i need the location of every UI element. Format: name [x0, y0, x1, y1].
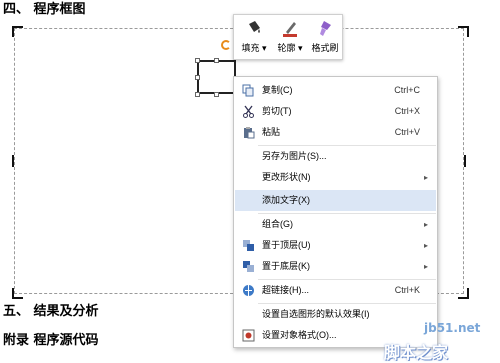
fill-bucket-icon — [245, 19, 263, 37]
menu-item-cut[interactable]: 剪切(T) Ctrl+X — [235, 101, 436, 122]
cut-icon — [242, 105, 255, 118]
menu-item-label: 另存为图片(S)... — [262, 151, 327, 161]
chevron-down-icon: ▾ — [298, 43, 303, 53]
menu-item-shortcut: Ctrl+V — [394, 127, 420, 137]
menu-item-shortcut: Ctrl+C — [394, 85, 420, 95]
format-painter-button[interactable]: 格式刷 — [308, 17, 342, 59]
menu-item-add-text[interactable]: 添加文字(X) — [235, 190, 436, 211]
menu-item-set-default-shape-effect[interactable]: 设置自选图形的默认效果(I) — [235, 304, 436, 325]
menu-item-shortcut: Ctrl+K — [394, 285, 420, 295]
hyperlink-icon — [242, 284, 255, 297]
section-heading-appendix: 附录 程序源代码 — [3, 333, 99, 348]
submenu-arrow-icon: ▸ — [423, 241, 428, 250]
resize-handle[interactable] — [195, 92, 200, 97]
format-object-icon — [242, 329, 255, 342]
send-to-back-icon — [242, 260, 255, 273]
context-menu: 复制(C) Ctrl+C 剪切(T) Ctrl+X 粘贴 Ctrl+V 另存为图… — [233, 76, 438, 348]
menu-item-change-shape[interactable]: 更改形状(N) ▸ — [235, 167, 436, 188]
menu-item-label: 添加文字(X) — [262, 195, 310, 205]
resize-handle[interactable] — [195, 58, 200, 63]
format-painter-label: 格式刷 — [311, 43, 339, 53]
menu-item-label: 剪切(T) — [262, 106, 292, 116]
canvas-corner-handle-bottom-right[interactable] — [458, 288, 469, 299]
menu-item-label: 设置自选图形的默认效果(I) — [262, 309, 370, 319]
canvas-corner-handle-top-right[interactable] — [458, 26, 469, 37]
menu-item-hyperlink[interactable]: 超链接(H)... Ctrl+K — [235, 280, 436, 301]
selected-rectangle-shape[interactable] — [197, 60, 236, 94]
resize-handle[interactable] — [214, 92, 219, 97]
resize-handle[interactable] — [195, 75, 200, 80]
canvas-corner-handle-top-left[interactable] — [12, 26, 23, 37]
canvas-corner-handle-bottom-left[interactable] — [12, 288, 23, 299]
menu-item-save-as-picture[interactable]: 另存为图片(S)... — [235, 146, 436, 167]
fill-button[interactable]: 填充 ▾ — [236, 17, 272, 59]
menu-item-label: 设置对象格式(O)... — [262, 330, 337, 340]
submenu-arrow-icon: ▸ — [423, 220, 428, 229]
outline-pen-icon — [281, 19, 299, 37]
resize-handle[interactable] — [214, 58, 219, 63]
section-heading-results: 五、 结果及分析 — [3, 304, 99, 319]
menu-item-label: 置于底层(K) — [262, 261, 310, 271]
menu-item-copy[interactable]: 复制(C) Ctrl+C — [235, 80, 436, 101]
menu-item-bring-to-front[interactable]: 置于顶层(U) ▸ — [235, 235, 436, 256]
menu-item-paste[interactable]: 粘贴 Ctrl+V — [235, 122, 436, 143]
rotate-handle[interactable] — [221, 40, 231, 50]
menu-item-group[interactable]: 组合(G) ▸ — [235, 214, 436, 235]
menu-item-label: 更改形状(N) — [262, 172, 311, 182]
section-heading-flowchart: 四、 程序框图 — [3, 2, 86, 17]
paste-icon — [242, 126, 255, 139]
bring-to-front-icon — [242, 239, 255, 252]
watermark-site: jb51.net — [424, 321, 481, 335]
outline-button[interactable]: 轮廓 ▾ — [272, 17, 308, 59]
canvas-edge-handle-left[interactable] — [12, 155, 14, 167]
watermark-logo-text: 脚本之家 — [384, 343, 449, 362]
outline-label: 轮廓 — [277, 43, 296, 53]
menu-item-send-to-back[interactable]: 置于底层(K) ▸ — [235, 256, 436, 277]
format-brush-icon — [316, 19, 334, 37]
chevron-down-icon: ▾ — [262, 43, 267, 53]
canvas-edge-handle-right[interactable] — [464, 155, 466, 167]
menu-item-label: 置于顶层(U) — [262, 240, 311, 250]
menu-item-shortcut: Ctrl+X — [394, 106, 420, 116]
fill-label: 填充 — [241, 43, 260, 53]
floating-shape-toolbar: 填充 ▾ 轮廓 ▾ 格式刷 — [233, 14, 343, 60]
submenu-arrow-icon: ▸ — [423, 173, 428, 182]
menu-item-label: 超链接(H)... — [262, 285, 309, 295]
submenu-arrow-icon: ▸ — [423, 262, 428, 271]
menu-item-label: 复制(C) — [262, 85, 293, 95]
copy-icon — [242, 84, 255, 97]
menu-item-label: 粘贴 — [262, 127, 281, 137]
menu-item-label: 组合(G) — [262, 219, 293, 229]
